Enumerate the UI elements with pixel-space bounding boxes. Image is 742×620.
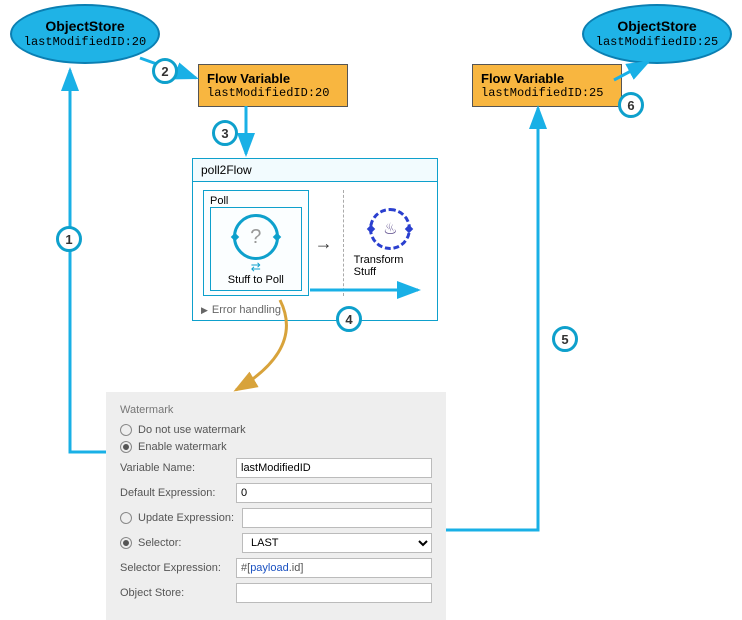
error-handling-row[interactable]: ▶ Error handling	[193, 300, 437, 320]
variable-name-label: Variable Name:	[120, 462, 230, 474]
radio-enable-watermark[interactable]: Enable watermark	[120, 441, 432, 453]
selector-dropdown[interactable]: LAST	[242, 533, 432, 553]
poll-box: Poll ? ⇄ Stuff to Poll	[203, 190, 309, 296]
update-expression-label: Update Expression:	[138, 512, 236, 524]
update-expression-input[interactable]	[242, 508, 432, 528]
poll-label: Poll	[210, 195, 302, 207]
transform-step: ♨ Transform Stuff	[354, 208, 427, 278]
flow-variable-title: Flow Variable	[481, 71, 613, 86]
object-store-value: lastModifiedID:25	[596, 35, 718, 51]
step-badge-1: 1	[56, 226, 82, 252]
radio-icon[interactable]	[120, 512, 132, 524]
flow-variable-left: Flow Variable lastModifiedID:20	[198, 64, 348, 107]
flow-variable-value: lastModifiedID:25	[481, 86, 613, 100]
arrow-icon: →	[315, 233, 333, 254]
object-store-input[interactable]	[236, 583, 432, 603]
default-expression-row: Default Expression:	[120, 483, 432, 503]
poll-flow-title: poll2Flow	[193, 159, 437, 182]
variable-name-row: Variable Name:	[120, 458, 432, 478]
flow-variable-right: Flow Variable lastModifiedID:25	[472, 64, 622, 107]
divider	[343, 190, 344, 296]
poll-flow-body: Poll ? ⇄ Stuff to Poll → ♨ Transform Stu…	[193, 182, 437, 300]
radio-icon[interactable]	[120, 424, 132, 436]
radio-no-watermark[interactable]: Do not use watermark	[120, 424, 432, 436]
watermark-title: Watermark	[120, 404, 432, 416]
error-handling-label: Error handling	[212, 304, 281, 316]
step-badge-3: 3	[212, 120, 238, 146]
java-cup-icon: ♨	[383, 219, 397, 239]
poll-inner: ? ⇄ Stuff to Poll	[210, 207, 302, 291]
flow-variable-value: lastModifiedID:20	[207, 86, 339, 100]
flow-variable-title: Flow Variable	[207, 71, 339, 86]
enable-watermark-label: Enable watermark	[138, 441, 227, 453]
selector-row[interactable]: Selector: LAST	[120, 533, 432, 553]
poll-flow-box: poll2Flow Poll ? ⇄ Stuff to Poll → ♨ Tra…	[192, 158, 438, 321]
default-expression-label: Default Expression:	[120, 487, 230, 499]
object-store-value: lastModifiedID:20	[24, 35, 146, 51]
object-store-title: ObjectStore	[617, 17, 696, 35]
selector-label: Selector:	[138, 537, 236, 549]
step-badge-6: 6	[618, 92, 644, 118]
transform-circle-icon: ♨	[369, 208, 411, 250]
object-store-left: ObjectStore lastModifiedID:20	[10, 4, 160, 64]
variable-name-input[interactable]	[236, 458, 432, 478]
step-badge-5: 5	[552, 326, 578, 352]
object-store-row: Object Store:	[120, 583, 432, 603]
swap-icon: ⇄	[251, 260, 261, 274]
radio-icon[interactable]	[120, 441, 132, 453]
selector-expression-label: Selector Expression:	[120, 562, 230, 574]
object-store-label: Object Store:	[120, 587, 230, 599]
disclosure-triangle-icon: ▶	[201, 305, 208, 316]
selector-expression-input[interactable]: #[payload.id]	[236, 558, 432, 578]
stuff-to-poll-label: Stuff to Poll	[228, 274, 284, 286]
watermark-panel: Watermark Do not use watermark Enable wa…	[106, 392, 446, 620]
object-store-title: ObjectStore	[45, 17, 124, 35]
step-badge-4: 4	[336, 306, 362, 332]
transform-label: Transform Stuff	[354, 254, 427, 278]
step-badge-2: 2	[152, 58, 178, 84]
radio-icon[interactable]	[120, 537, 132, 549]
question-icon: ?	[250, 226, 261, 249]
object-store-right: ObjectStore lastModifiedID:25	[582, 4, 732, 64]
update-expression-row[interactable]: Update Expression:	[120, 508, 432, 528]
no-watermark-label: Do not use watermark	[138, 424, 246, 436]
default-expression-input[interactable]	[236, 483, 432, 503]
selector-expression-row: Selector Expression: #[payload.id]	[120, 558, 432, 578]
poll-circle-icon: ?	[233, 214, 279, 260]
